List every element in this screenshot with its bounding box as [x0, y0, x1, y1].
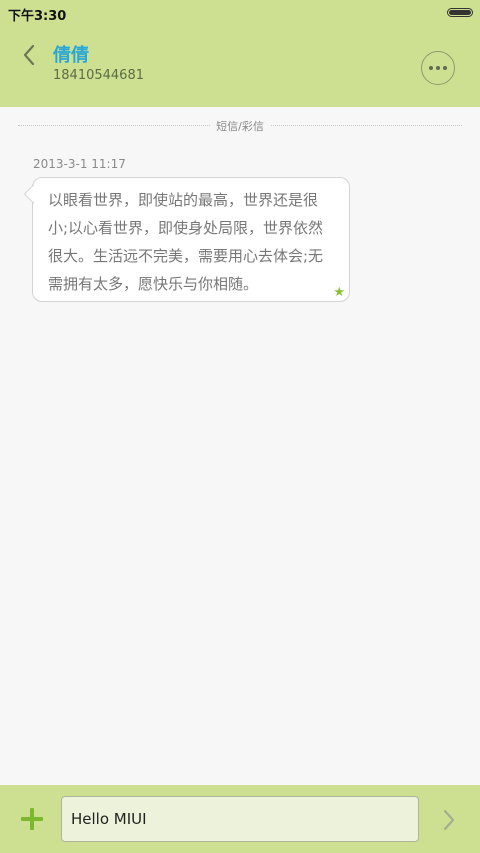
divider-label: 短信/彩信	[210, 118, 270, 134]
conversation-header: 倩倩 18410544681	[0, 26, 480, 107]
add-attachment-button[interactable]	[17, 804, 47, 834]
received-message-bubble[interactable]: 以眼看世界，即使站的最高，世界还是很小;以心看世界，即使身处局限，世界依然很大。…	[23, 177, 350, 302]
battery-level	[449, 10, 471, 15]
status-bar: 下午3:30	[0, 0, 480, 26]
message-timestamp: 2013-3-1 11:17	[33, 157, 126, 171]
chevron-right-icon	[443, 809, 455, 831]
send-button[interactable]	[437, 806, 461, 834]
status-time: 下午3:30	[8, 9, 67, 24]
message-text: 以眼看世界，即使站的最高，世界还是很小;以心看世界，即使身处局限，世界依然很大。…	[48, 191, 324, 293]
message-type-divider: 短信/彩信	[18, 116, 462, 134]
more-options-button[interactable]	[421, 51, 455, 85]
bubble-tail	[23, 184, 35, 204]
back-button[interactable]	[14, 40, 44, 70]
contact-name[interactable]: 倩倩	[53, 41, 89, 67]
compose-bar	[0, 785, 480, 853]
more-dots-icon	[429, 66, 447, 70]
chevron-left-icon	[23, 44, 35, 66]
message-input[interactable]	[61, 796, 419, 842]
contact-number: 18410544681	[53, 68, 144, 83]
plus-icon	[21, 808, 43, 830]
star-icon: ★	[333, 285, 345, 300]
battery-icon	[447, 8, 473, 17]
